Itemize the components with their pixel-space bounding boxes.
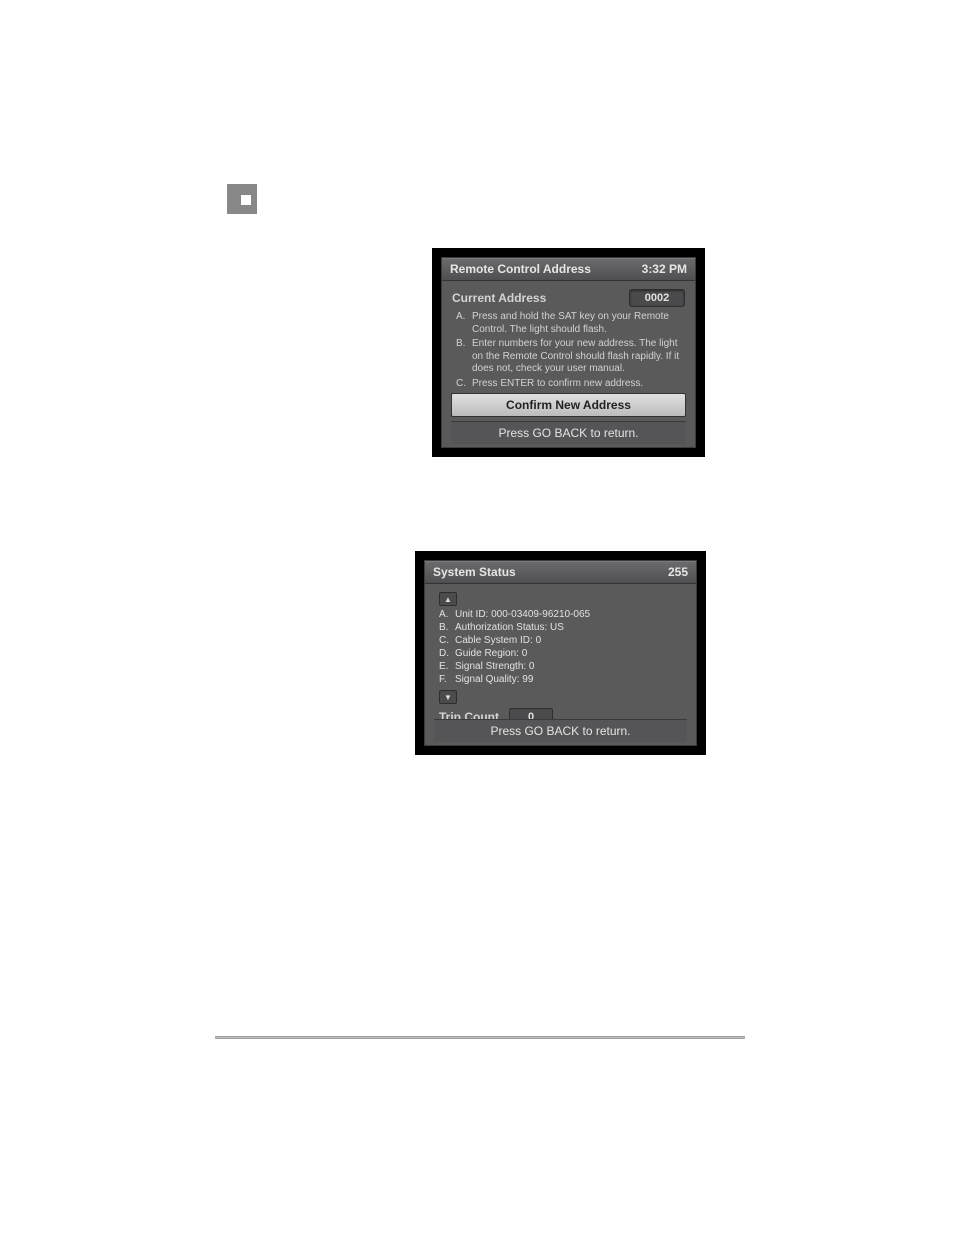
confirm-new-address-button[interactable]: Confirm New Address [451,393,686,417]
remote-titlebar: Remote Control Address 3:32 PM [442,258,695,281]
remote-step: C.Press ENTER to confirm new address. [456,378,685,391]
remote-title: Remote Control Address [450,262,591,276]
status-list: A.Unit ID: 000-03409-96210-065 B.Authori… [439,608,686,686]
status-row: F.Signal Quality: 99 [439,673,686,686]
status-row: A.Unit ID: 000-03409-96210-065 [439,608,686,621]
scroll-up-icon[interactable]: ▲ [439,592,457,606]
system-status-screen: System Status 255 ▲ A.Unit ID: 000-03409… [415,551,706,755]
page-divider [215,1036,745,1039]
status-row: E.Signal Strength: 0 [439,660,686,673]
status-footer: Press GO BACK to return. [434,719,687,742]
remote-footer: Press GO BACK to return. [451,421,686,444]
status-titlebar: System Status 255 [425,561,696,584]
remote-address-screen: Remote Control Address 3:32 PM Current A… [432,248,705,457]
remote-instructions: A.Press and hold the SAT key on your Rem… [456,311,685,390]
current-address-value[interactable]: 0002 [629,289,685,307]
scroll-down-icon[interactable]: ▼ [439,690,457,704]
current-address-label: Current Address [452,291,546,305]
current-address-row: Current Address 0002 [452,289,685,307]
status-row: B.Authorization Status: US [439,621,686,634]
status-row: D.Guide Region: 0 [439,647,686,660]
remote-step: A.Press and hold the SAT key on your Rem… [456,311,685,336]
status-title: System Status [433,565,516,579]
remote-time: 3:32 PM [642,262,687,276]
remote-step: B.Enter numbers for your new address. Th… [456,338,685,376]
status-row: C.Cable System ID: 0 [439,634,686,647]
bullet-icon [227,184,257,214]
status-code: 255 [668,565,688,579]
